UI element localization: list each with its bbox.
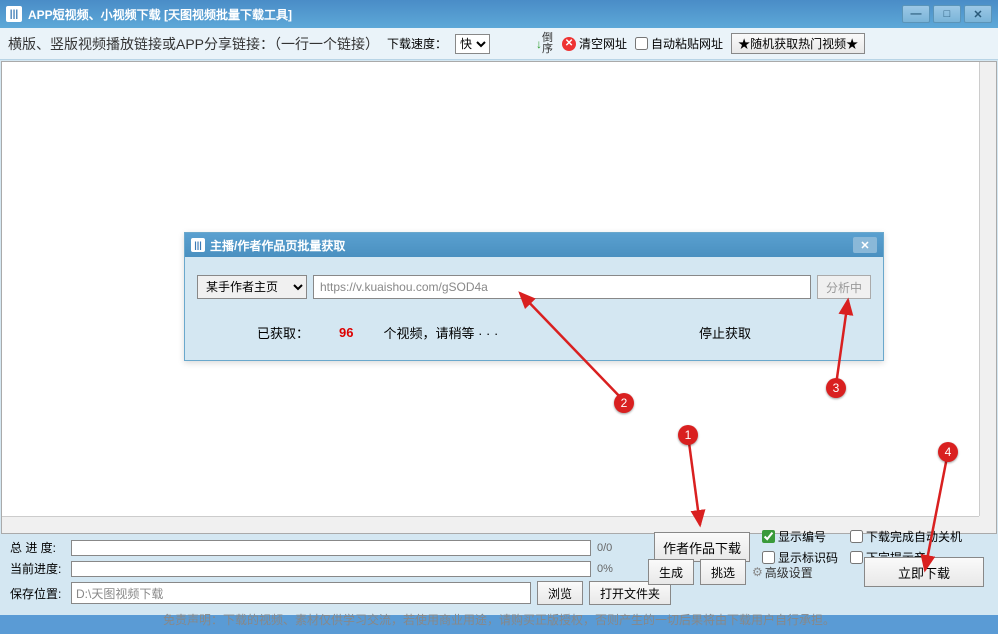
batch-fetch-dialog: ||| 主播/作者作品页批量获取 ✕ 某手作者主页 分析中 已获取： 96 个视… bbox=[184, 232, 884, 361]
disclaimer-text: 免责声明：下载的视频、素材仅供学习交流，若使用商业用途，请购买正版授权，否则产生… bbox=[10, 605, 988, 630]
window-title: APP短视频、小视频下载 [天图视频批量下载工具] bbox=[28, 6, 292, 23]
analyze-button[interactable]: 分析中 bbox=[817, 275, 871, 299]
author-url-input[interactable] bbox=[313, 275, 811, 299]
dialog-icon: ||| bbox=[191, 238, 205, 252]
author-source-select[interactable]: 某手作者主页 bbox=[197, 275, 307, 299]
author-download-button[interactable]: 作者作品下载 bbox=[654, 532, 750, 562]
random-hot-video-button[interactable]: ★随机获取热门视频★ bbox=[731, 33, 865, 54]
app-icon: ||| bbox=[6, 6, 22, 22]
save-path-input[interactable] bbox=[71, 582, 531, 604]
dialog-close-button[interactable]: ✕ bbox=[853, 237, 877, 253]
auto-paste-checkbox[interactable]: 自动粘贴网址 bbox=[635, 35, 723, 52]
clear-urls-button[interactable]: ✕ 清空网址 bbox=[562, 35, 627, 52]
total-progress-text: 0/0 bbox=[597, 542, 612, 554]
wait-label: 个视频，请稍等 · · · bbox=[383, 323, 498, 342]
pick-button[interactable]: 挑选 bbox=[700, 559, 746, 585]
stop-fetch-button[interactable]: 停止获取 bbox=[699, 323, 751, 342]
toolbar-main-label: 横版、竖版视频播放链接或APP分享链接：（一行一个链接） bbox=[8, 34, 379, 54]
dialog-title: 主播/作者作品页批量获取 bbox=[210, 237, 345, 254]
speed-label: 下载速度： bbox=[387, 35, 447, 52]
fetched-label: 已获取： bbox=[257, 323, 309, 342]
generate-button[interactable]: 生成 bbox=[648, 559, 694, 585]
browse-button[interactable]: 浏览 bbox=[537, 581, 583, 605]
current-progress-text: 0% bbox=[597, 563, 613, 575]
finish-shutdown-checkbox[interactable]: 下载完成自动关机 bbox=[850, 528, 962, 545]
download-now-button[interactable]: 立即下载 bbox=[864, 557, 984, 587]
gear-icon: ⚙ bbox=[752, 565, 763, 579]
titlebar: ||| APP短视频、小视频下载 [天图视频批量下载工具] ― □ ✕ bbox=[0, 0, 998, 28]
toolbar: 横版、竖版视频播放链接或APP分享链接：（一行一个链接） 下载速度： 快 ↓ 倒… bbox=[0, 28, 998, 60]
total-progress-bar bbox=[71, 540, 591, 556]
save-location-label: 保存位置: bbox=[10, 585, 65, 602]
close-button[interactable]: ✕ bbox=[964, 5, 992, 23]
clear-label: 清空网址 bbox=[579, 35, 627, 52]
show-number-checkbox[interactable]: 显示编号 bbox=[762, 528, 838, 545]
maximize-button[interactable]: □ bbox=[933, 5, 961, 23]
advanced-settings-link[interactable]: ⚙高级设置 bbox=[752, 564, 813, 581]
speed-select[interactable]: 快 bbox=[455, 34, 490, 54]
total-progress-label: 总 进 度: bbox=[10, 539, 65, 556]
vertical-scrollbar[interactable] bbox=[979, 62, 996, 516]
fetched-count: 96 bbox=[339, 325, 353, 340]
dialog-titlebar: ||| 主播/作者作品页批量获取 ✕ bbox=[185, 233, 883, 257]
current-progress-bar bbox=[71, 561, 591, 577]
close-circle-icon: ✕ bbox=[562, 37, 576, 51]
minimize-button[interactable]: ― bbox=[902, 5, 930, 23]
current-progress-label: 当前进度: bbox=[10, 560, 65, 577]
sort-toggle[interactable]: ↓ 倒序 bbox=[536, 33, 554, 55]
